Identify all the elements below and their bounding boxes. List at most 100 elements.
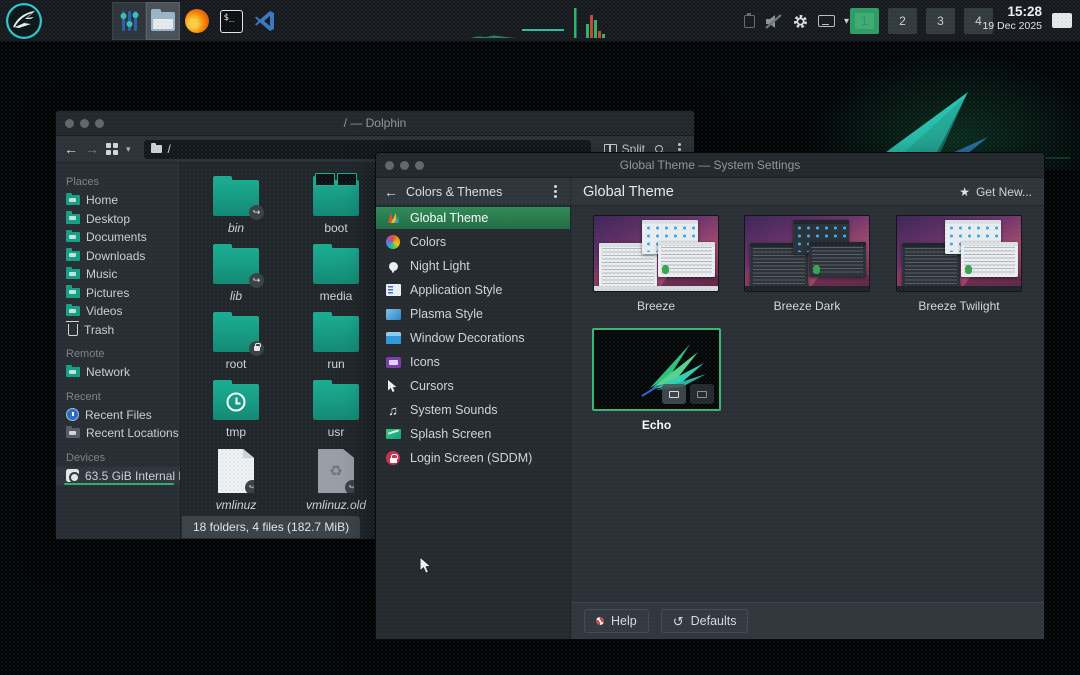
gear-icon[interactable]	[792, 13, 809, 30]
keyboard-icon[interactable]	[818, 15, 835, 27]
dolphin-titlebar[interactable]: / — Dolphin	[56, 111, 694, 136]
file-item-vmlinuz[interactable]: ↪ vmlinuz	[186, 449, 286, 517]
expand-caret-icon[interactable]: ▾	[844, 16, 849, 27]
workspace-2[interactable]: 2	[888, 8, 917, 34]
sidebar-item-desktop[interactable]: Desktop	[56, 210, 180, 229]
defaults-label: Defaults	[691, 614, 737, 628]
window-button-icon[interactable]	[65, 119, 74, 128]
firefox-icon[interactable]	[180, 2, 214, 40]
workspace-3[interactable]: 3	[926, 8, 955, 34]
recycle-glyph: ♻	[329, 462, 342, 480]
window-button-icon[interactable]	[95, 119, 104, 128]
nav-item-plasma-style[interactable]: Plasma Style	[376, 303, 570, 325]
folder-documents-icon	[66, 232, 80, 242]
get-new-button[interactable]: ★ Get New...	[959, 185, 1032, 199]
clipboard-icon[interactable]	[744, 15, 755, 28]
nav-item-cursors[interactable]: Cursors	[376, 375, 570, 397]
theme-card-echo[interactable]: Echo	[592, 328, 721, 432]
nav-item-icons[interactable]: Icons	[376, 351, 570, 373]
vscode-icon[interactable]	[248, 2, 282, 40]
sidebar-item-videos[interactable]: Videos	[56, 302, 180, 321]
window-button-icon[interactable]	[415, 161, 424, 170]
help-button[interactable]: Help	[584, 609, 649, 633]
theme-card-breeze-dark[interactable]: Breeze Dark	[744, 215, 870, 313]
symlink-emblem-icon: ↪	[345, 480, 360, 495]
sidebar-item-network[interactable]: Network	[56, 363, 180, 382]
settings-titlebar[interactable]: Global Theme — System Settings	[376, 153, 1044, 178]
help-label: Help	[611, 614, 637, 628]
nav-item-login-screen[interactable]: Login Screen (SDDM)	[376, 447, 570, 469]
settings-header: ← Colors & Themes Global Theme ★ Get New…	[376, 178, 1044, 206]
nav-item-window-decorations[interactable]: Window Decorations	[376, 327, 570, 349]
file-item-root[interactable]: root	[186, 313, 286, 381]
folder-icon	[313, 248, 359, 284]
settings-body: Global Theme Colors Night Light Applicat…	[376, 206, 1044, 639]
defaults-button[interactable]: ↺ Defaults	[661, 609, 749, 633]
sidebar-item-music[interactable]: Music	[56, 265, 180, 284]
volume-muted-icon[interactable]	[764, 13, 783, 30]
nav-item-colors[interactable]: Colors	[376, 231, 570, 253]
location-folder-icon	[151, 145, 162, 153]
menu-dots-icon[interactable]	[554, 190, 557, 193]
panel-clock[interactable]: 15:28 19 Dec 2025	[982, 4, 1042, 32]
window-button-icon[interactable]	[385, 161, 394, 170]
sidebar-item-pictures[interactable]: Pictures	[56, 284, 180, 303]
sidebar-item-internal-drive[interactable]: 63.5 GiB Internal Dr...	[56, 467, 180, 486]
workspace-1[interactable]: 1	[850, 8, 879, 34]
sidebar-item-trash[interactable]: Trash	[56, 321, 180, 340]
folder-icon: ↪	[213, 248, 259, 284]
menu-dots-icon[interactable]	[678, 148, 681, 151]
reset-icon: ↺	[673, 615, 684, 628]
folder-videos-icon	[66, 306, 80, 316]
file-item-tmp[interactable]: tmp	[186, 381, 286, 449]
nav-item-splash-screen[interactable]: Splash Screen	[376, 423, 570, 445]
theme-card-breeze[interactable]: Breeze	[593, 215, 719, 313]
desktop: $_	[0, 0, 1080, 675]
system-settings-window: Global Theme — System Settings ← Colors …	[375, 152, 1045, 640]
file-item-boot[interactable]: boot	[286, 177, 386, 245]
forward-icon[interactable]: →	[85, 142, 99, 156]
nav-item-system-sounds[interactable]: ♫ System Sounds	[376, 399, 570, 421]
status-bar: 18 folders, 4 files (182.7 MiB)	[181, 515, 361, 538]
trash-icon	[68, 324, 78, 336]
nav-item-global-theme[interactable]: Global Theme	[376, 207, 570, 229]
system-settings-icon[interactable]	[112, 2, 146, 40]
file-old-icon: ♻↪	[318, 449, 354, 493]
sidebar-item-home[interactable]: Home	[56, 191, 180, 210]
mascot-icon	[662, 265, 669, 274]
show-desktop-icon[interactable]	[1052, 13, 1072, 28]
back-icon[interactable]: ←	[64, 142, 78, 156]
window-button-icon[interactable]	[80, 119, 89, 128]
remove-theme-button[interactable]	[690, 384, 714, 404]
file-manager-icon[interactable]	[146, 2, 180, 40]
terminal-glyph: $_	[220, 10, 243, 33]
file-item-lib[interactable]: ↪ lib	[186, 245, 286, 313]
file-item-bin[interactable]: ↪ bin	[186, 177, 286, 245]
sidebar-item-recent-files[interactable]: Recent Files	[56, 406, 180, 425]
view-mode-icon[interactable]	[106, 143, 119, 156]
preview-image-button[interactable]	[662, 384, 686, 404]
back-icon[interactable]: ←	[384, 185, 398, 199]
window-button-icon[interactable]	[400, 161, 409, 170]
file-item-vmlinuz-old[interactable]: ♻↪ vmlinuz.old	[286, 449, 386, 517]
get-new-label: Get New...	[976, 185, 1032, 199]
section-recent: Recent	[56, 388, 180, 406]
file-item-media[interactable]: media	[286, 245, 386, 313]
settings-window-buttons	[385, 153, 424, 177]
theme-card-breeze-twilight[interactable]: Breeze Twilight	[896, 215, 1022, 313]
file-item-usr[interactable]: usr	[286, 381, 386, 449]
application-style-icon	[385, 282, 401, 298]
sidebar-item-recent-locations[interactable]: Recent Locations	[56, 424, 180, 443]
file-item-run[interactable]: run	[286, 313, 386, 381]
sidebar-item-downloads[interactable]: Downloads	[56, 247, 180, 266]
system-monitor-graphs[interactable]	[452, 0, 612, 42]
kali-menu-icon[interactable]	[6, 3, 42, 39]
sidebar-item-documents[interactable]: Documents	[56, 228, 180, 247]
breeze-dark-preview	[744, 215, 870, 292]
nav-item-application-style[interactable]: Application Style	[376, 279, 570, 301]
view-mode-caret-icon[interactable]: ▾	[126, 144, 131, 155]
file-grid: ↪ bin boot ↪ lib media	[186, 177, 386, 517]
dolphin-window-buttons	[65, 111, 104, 135]
nav-item-night-light[interactable]: Night Light	[376, 255, 570, 277]
terminal-icon[interactable]: $_	[214, 2, 248, 40]
